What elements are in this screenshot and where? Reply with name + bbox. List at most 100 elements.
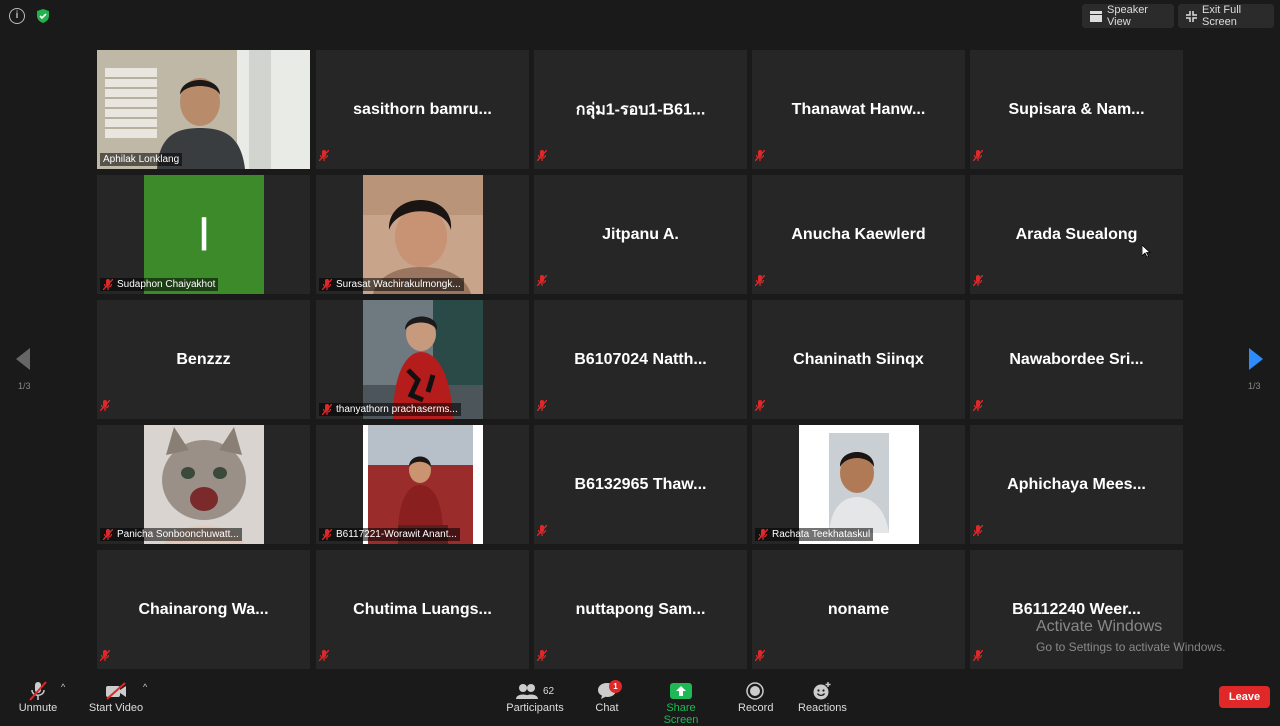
exit-fullscreen-icon	[1186, 10, 1197, 22]
participant-name: Chutima Luangs...	[353, 600, 492, 618]
arrow-right-icon	[1249, 348, 1263, 370]
participant-name: Supisara & Nam...	[1008, 100, 1145, 118]
muted-mic-icon	[755, 398, 769, 416]
video-options-caret-icon[interactable]: ^	[143, 682, 147, 692]
participant-tile[interactable]: noname	[752, 550, 965, 669]
participant-name: sasithorn bamru...	[353, 100, 492, 118]
chat-unread-badge: 1	[609, 680, 622, 693]
record-icon	[746, 682, 764, 700]
shield-icon[interactable]	[35, 8, 51, 24]
participant-tile[interactable]: Surasat Wachirakulmongk...	[316, 175, 529, 294]
muted-mic-icon	[755, 648, 769, 666]
muted-mic-icon	[537, 273, 551, 291]
unmute-button[interactable]: Unmute	[18, 680, 58, 714]
participant-tile[interactable]: Anucha Kaewlerd	[752, 175, 965, 294]
participant-name: Chaninath Siinqx	[793, 350, 924, 368]
exit-full-screen-label: Exit Full Screen	[1202, 4, 1242, 28]
participants-button[interactable]: 62 Participants	[506, 680, 564, 714]
activation-watermark-title: Activate Windows	[1036, 618, 1163, 635]
participant-tile[interactable]: Thanawat Hanw...	[752, 50, 965, 169]
participant-tile[interactable]: Chaninath Siinqx	[752, 300, 965, 419]
start-video-label: Start Video	[88, 702, 144, 714]
participant-name: Thanawat Hanw...	[791, 100, 926, 118]
participant-name: B6112240 Weer...	[1012, 600, 1141, 618]
participant-name-label: Surasat Wachirakulmongk...	[319, 278, 464, 291]
participant-tile[interactable]: nuttapong Sam...	[534, 550, 747, 669]
muted-mic-icon	[973, 273, 987, 291]
participant-tile[interactable]: Rachata Teekhataskul	[752, 425, 965, 544]
participant-tile[interactable]: I Sudaphon Chaiyakhot	[97, 175, 310, 294]
muted-mic-icon	[973, 648, 987, 666]
muted-mic-icon	[319, 648, 333, 666]
reactions-button[interactable]: Reactions	[798, 680, 847, 714]
participant-name: Benzzz	[176, 350, 231, 368]
muted-mic-icon	[103, 279, 113, 290]
speaker-view-button[interactable]: Speaker View	[1082, 4, 1174, 28]
muted-mic-icon	[973, 148, 987, 166]
participant-name-label: B6117221-Worawit Anant...	[319, 528, 460, 541]
muted-mic-icon	[973, 398, 987, 416]
activation-watermark-subtitle: Go to Settings to activate Windows.	[1036, 640, 1226, 654]
muted-mic-icon	[100, 398, 114, 416]
video-off-icon	[106, 682, 126, 700]
mouse-cursor-icon	[1142, 245, 1151, 258]
muted-mic-icon	[537, 148, 551, 166]
muted-mic-icon	[322, 529, 332, 540]
participants-label: Participants	[506, 702, 564, 714]
participant-name-label: Aphilak Lonklang	[100, 153, 183, 166]
leave-meeting-button[interactable]: Leave	[1219, 686, 1270, 708]
meeting-toolbar: Unmute ^ Start Video ^ 62 Participants C…	[0, 676, 1280, 726]
participant-tile[interactable]: Aphilak Lonklang	[97, 50, 310, 169]
participant-name: Arada Suealong	[1015, 225, 1138, 243]
chat-button[interactable]: Chat 1	[593, 680, 622, 714]
muted-mic-icon	[537, 648, 551, 666]
start-video-button[interactable]: Start Video	[88, 680, 144, 714]
participant-tile[interactable]: Chainarong Wa...	[97, 550, 310, 669]
muted-mic-icon	[755, 273, 769, 291]
participant-tile[interactable]: sasithorn bamru...	[316, 50, 529, 169]
avatar: I	[144, 175, 264, 294]
participant-name-label: Rachata Teekhataskul	[755, 528, 874, 541]
participant-tile[interactable]: thanyathorn prachaserms...	[316, 300, 529, 419]
participant-tile[interactable]: Benzzz	[97, 300, 310, 419]
share-screen-label: Share Screen	[663, 702, 699, 726]
chat-label: Chat	[595, 702, 619, 714]
participants-count: 62	[542, 685, 555, 697]
muted-mic-icon	[103, 529, 113, 540]
participant-name: กลุ่ม1-รอบ1-B61...	[575, 101, 706, 118]
participant-name: B6132965 Thaw...	[574, 475, 707, 493]
share-screen-icon	[670, 683, 692, 699]
participant-tile[interactable]: B6117221-Worawit Anant...	[316, 425, 529, 544]
participant-tile[interactable]: Supisara & Nam...	[970, 50, 1183, 169]
muted-mic-icon	[537, 398, 551, 416]
participant-tile[interactable]: Chutima Luangs...	[316, 550, 529, 669]
participant-tile[interactable]: Panicha Sonboonchuwatt...	[97, 425, 310, 544]
next-page-button[interactable]	[1249, 348, 1263, 375]
record-button[interactable]: Record	[738, 680, 773, 714]
participant-name: noname	[827, 600, 890, 618]
participant-name-label: Sudaphon Chaiyakhot	[100, 278, 219, 291]
participant-name-label: thanyathorn prachaserms...	[319, 403, 461, 416]
participant-tile[interactable]: Nawabordee Sri...	[970, 300, 1183, 419]
avatar-letter: I	[197, 208, 211, 261]
participant-tile[interactable]: Arada Suealong	[970, 175, 1183, 294]
audio-options-caret-icon[interactable]: ^	[61, 682, 65, 692]
participant-video	[363, 300, 483, 419]
reactions-label: Reactions	[798, 702, 847, 714]
top-bar: i Speaker View Exit Full Screen	[0, 0, 1280, 34]
muted-mic-icon	[755, 148, 769, 166]
participant-tile[interactable]: B6132965 Thaw...	[534, 425, 747, 544]
previous-page-button[interactable]	[16, 348, 30, 375]
participant-tile[interactable]: กลุ่ม1-รอบ1-B61...	[534, 50, 747, 169]
participant-video	[799, 425, 919, 544]
unmute-label: Unmute	[18, 702, 58, 714]
share-screen-button[interactable]: Share Screen	[649, 680, 713, 726]
participant-tile[interactable]: Jitpanu A.	[534, 175, 747, 294]
exit-full-screen-button[interactable]: Exit Full Screen	[1178, 4, 1274, 28]
participant-tile[interactable]: B6107024 Natth...	[534, 300, 747, 419]
muted-mic-icon	[537, 523, 551, 541]
muted-mic-icon	[100, 648, 114, 666]
info-icon[interactable]: i	[9, 8, 25, 24]
participant-tile[interactable]: Aphichaya Mees...	[970, 425, 1183, 544]
page-indicator-left: 1/3	[18, 381, 31, 391]
